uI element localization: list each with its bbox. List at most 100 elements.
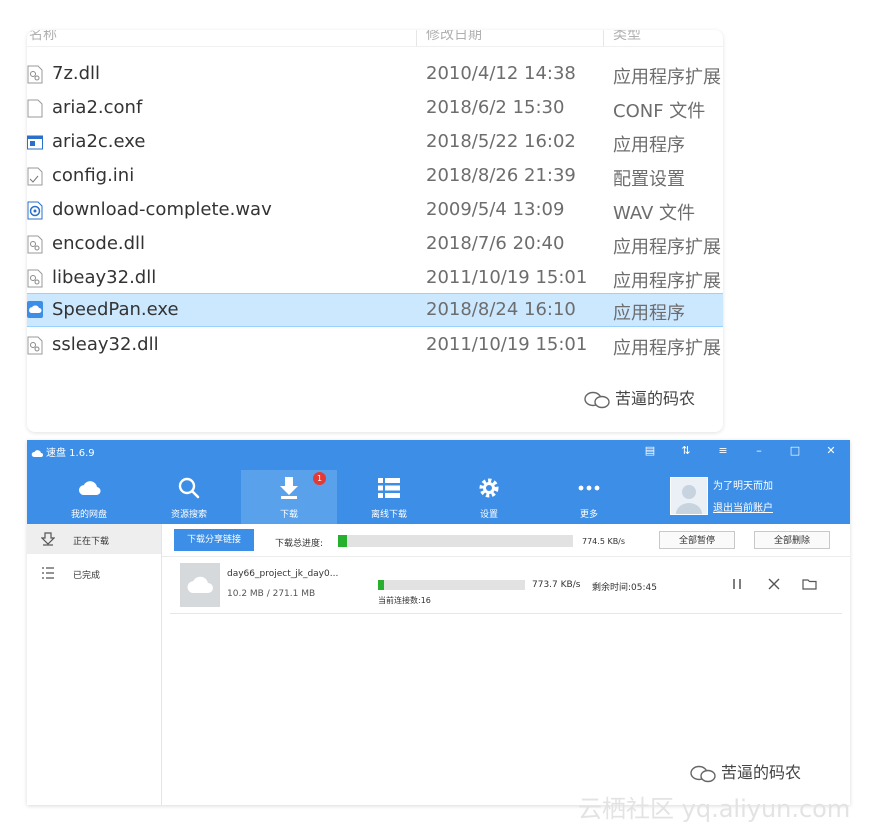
speedpan-window: 速盘 1.6.9 ▤ ⇅ ≡ – □ ✕ 我的网盘 资源搜索 1 下载 离线下载… [27, 440, 850, 805]
pause-icon[interactable] [730, 577, 744, 591]
dll-file-icon [27, 269, 43, 288]
file-row[interactable]: aria2.conf 2018/6/2 15:30 CONF 文件 [27, 92, 723, 125]
maximize-icon[interactable]: □ [788, 444, 802, 457]
sidebar-item-label: 正在下载 [73, 537, 110, 547]
sidebar-item-completed[interactable]: 已完成 [27, 558, 161, 588]
download-item[interactable]: day66_project_jk_day0... 10.2 MB / 271.1… [170, 563, 842, 614]
blank-file-icon [27, 99, 43, 118]
download-speed: 773.7 KB/s [532, 580, 581, 590]
download-progress-fill [378, 580, 384, 590]
file-type: 应用程序 [613, 135, 685, 156]
nav-resource-search[interactable]: 资源搜索 [141, 470, 237, 522]
download-file-name: day66_project_jk_day0... [227, 569, 339, 579]
file-name: ssleay32.dll [52, 334, 159, 355]
file-type: CONF 文件 [613, 101, 706, 122]
close-icon[interactable]: ✕ [824, 444, 838, 457]
cloud-icon [78, 481, 101, 496]
nav-label: 离线下载 [370, 510, 407, 520]
file-name: config.ini [52, 165, 135, 186]
avatar[interactable] [670, 477, 708, 515]
nav-more[interactable]: 更多 [541, 470, 637, 522]
column-type[interactable]: 类型 [613, 30, 641, 44]
watermark-text: 苦逼的码农 [721, 763, 802, 782]
nav-label: 我的网盘 [70, 510, 107, 520]
connection-count: 当前连接数:16 [378, 596, 431, 605]
feedback-icon[interactable]: ▤ [643, 444, 657, 457]
gear-icon [479, 478, 499, 498]
file-name: download-complete.wav [52, 199, 272, 220]
download-size: 10.2 MB / 271.1 MB [227, 589, 316, 599]
file-thumbnail [180, 563, 220, 607]
nav-label: 资源搜索 [170, 510, 207, 520]
column-name[interactable]: 名称 [29, 30, 57, 44]
nav-label: 设置 [479, 510, 498, 520]
column-divider[interactable] [603, 30, 604, 46]
file-date: 2011/10/19 15:01 [426, 334, 588, 355]
file-row[interactable]: encode.dll 2018/7/6 20:40 应用程序扩展 [27, 228, 723, 261]
file-date: 2018/7/6 20:40 [426, 233, 565, 254]
app-title: 速盘 1.6.9 [31, 444, 95, 459]
file-type: 应用程序 [613, 303, 685, 324]
nav-settings[interactable]: 设置 [441, 470, 537, 522]
file-row[interactable]: ssleay32.dll 2011/10/19 15:01 应用程序扩展 [27, 329, 723, 362]
wechat-watermark: 苦逼的码农 [583, 385, 695, 410]
download-icon [280, 477, 298, 499]
exe-window-icon [27, 135, 43, 150]
file-type: 应用程序扩展 [613, 67, 721, 88]
file-row[interactable]: download-complete.wav 2009/5/4 13:09 WAV… [27, 194, 723, 227]
nav-my-disk[interactable]: 我的网盘 [41, 470, 137, 522]
cloud-file-icon [187, 576, 213, 593]
watermark-text: 苦逼的码农 [615, 389, 696, 408]
sidebar-item-downloading[interactable]: 正在下载 [27, 524, 161, 554]
file-row-selected[interactable]: SpeedPan.exe 2018/8/24 16:10 应用程序 [27, 293, 723, 327]
file-row[interactable]: config.ini 2018/8/26 21:39 配置设置 [27, 160, 723, 193]
nav-label: 下载 [279, 510, 298, 520]
wechat-watermark: 苦逼的码农 [689, 759, 801, 784]
app-header: 速盘 1.6.9 ▤ ⇅ ≡ – □ ✕ 我的网盘 资源搜索 1 下载 离线下载… [27, 440, 850, 524]
nav-offline-download[interactable]: 离线下载 [341, 470, 437, 522]
total-speed: 774.5 KB/s [582, 537, 626, 546]
file-explorer-window: 名称 修改日期 类型 7z.dll 2010/4/12 14:38 应用程序扩展… [27, 30, 723, 432]
pause-all-button[interactable]: 全部暂停 [659, 531, 735, 549]
logout-link[interactable]: 退出当前账户 [713, 499, 773, 514]
app-title-text: 速盘 1.6.9 [46, 448, 95, 459]
download-share-link-button[interactable]: 下载分享链接 [174, 529, 254, 551]
wechat-icon [690, 765, 716, 782]
file-date: 2018/8/24 16:10 [426, 299, 576, 320]
folder-icon[interactable] [802, 577, 817, 591]
nav-download[interactable]: 1 下载 [241, 470, 337, 524]
file-name: encode.dll [52, 233, 146, 254]
sidebar: 正在下载 已完成 [27, 524, 162, 805]
file-type: 应用程序扩展 [613, 271, 721, 292]
file-type: 应用程序扩展 [613, 237, 721, 258]
file-row[interactable]: libeay32.dll 2011/10/19 15:01 应用程序扩展 [27, 262, 723, 295]
file-date: 2011/10/19 15:01 [426, 267, 588, 288]
transfer-icon[interactable]: ⇅ [679, 444, 693, 457]
file-row[interactable]: 7z.dll 2010/4/12 14:38 应用程序扩展 [27, 58, 723, 91]
user-avatar-icon [671, 478, 707, 514]
file-date: 2009/5/4 13:09 [426, 199, 565, 220]
file-date: 2018/5/22 16:02 [426, 131, 576, 152]
user-name: 为了明天而加 [713, 481, 773, 492]
file-name: libeay32.dll [52, 267, 157, 288]
dll-file-icon [27, 235, 43, 254]
ini-file-icon [27, 167, 43, 186]
column-header: 名称 修改日期 类型 [27, 30, 723, 47]
file-row[interactable]: aria2c.exe 2018/5/22 16:02 应用程序 [27, 126, 723, 159]
file-type: WAV 文件 [613, 203, 696, 224]
minimize-icon[interactable]: – [752, 444, 766, 457]
download-toolbar: 下载分享链接 下载总进度: 774.5 KB/s 全部暂停 全部删除 [162, 524, 850, 557]
file-name: aria2.conf [52, 97, 143, 118]
dll-file-icon [27, 65, 43, 84]
cloud-app-icon [27, 301, 43, 318]
delete-icon[interactable] [767, 577, 781, 591]
download-count-badge: 1 [313, 472, 326, 485]
site-watermark: 云栖社区 yq.aliyun.com [578, 795, 851, 823]
delete-all-button[interactable]: 全部删除 [754, 531, 830, 549]
column-divider[interactable] [416, 30, 417, 46]
menu-icon[interactable]: ≡ [716, 444, 730, 457]
total-progress-bar [338, 535, 573, 547]
column-date[interactable]: 修改日期 [426, 30, 482, 44]
more-dots-icon [578, 485, 600, 491]
audio-file-icon [27, 201, 43, 220]
